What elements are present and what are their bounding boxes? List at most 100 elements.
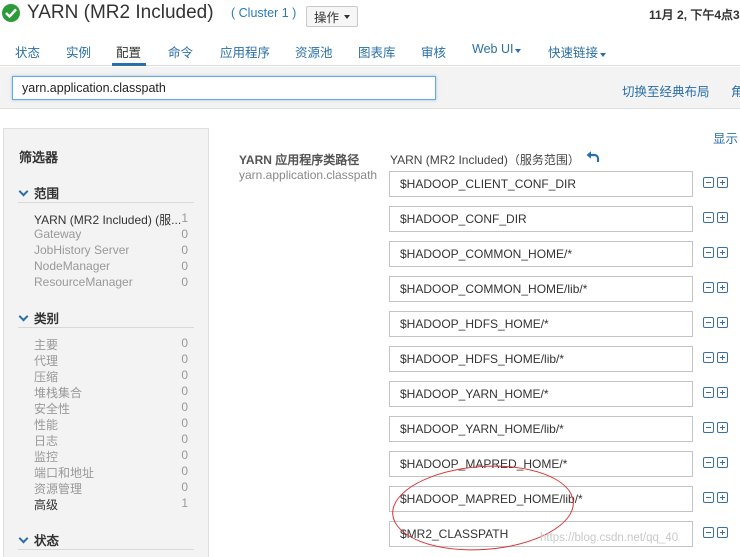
filter-item-count: 0 — [181, 259, 188, 273]
category-section-toggle[interactable]: 类别 — [18, 308, 59, 327]
classpath-entry — [389, 241, 734, 267]
tab-instances[interactable]: 实例 — [66, 42, 91, 61]
remove-entry-icon[interactable] — [703, 247, 714, 258]
remove-entry-icon[interactable] — [703, 282, 714, 293]
property-name: YARN 应用程序类路径 — [239, 153, 360, 167]
tab-resource-pools[interactable]: 资源池 — [295, 42, 333, 61]
filter-item[interactable]: 代理 0 — [34, 352, 194, 368]
add-entry-icon[interactable] — [717, 457, 728, 468]
chevron-down-icon — [18, 533, 29, 543]
classpath-value-input[interactable] — [389, 346, 693, 372]
filter-item[interactable]: 监控 0 — [34, 448, 194, 464]
filter-item-count: 0 — [181, 416, 188, 430]
classpath-value-input[interactable] — [389, 171, 693, 197]
filter-item[interactable]: 资源管理 0 — [34, 480, 194, 496]
remove-entry-icon[interactable] — [703, 492, 714, 503]
add-entry-icon[interactable] — [717, 492, 728, 503]
tab-charts[interactable]: 图表库 — [358, 42, 396, 61]
filter-item-count: 0 — [181, 275, 188, 289]
tab-commands[interactable]: 命令 — [168, 42, 193, 61]
filter-item[interactable]: Gateway 0 — [34, 227, 194, 243]
filter-item-label: 安全性 — [34, 402, 71, 416]
filter-item-label: NodeManager — [34, 259, 111, 273]
search-bar: 切换至经典布局 角 — [0, 67, 740, 109]
classpath-value-input[interactable] — [389, 206, 693, 232]
search-input[interactable] — [12, 76, 436, 100]
classpath-entry — [389, 311, 734, 337]
chevron-down-icon — [18, 311, 29, 321]
filter-item-count: 0 — [181, 384, 188, 398]
remove-entry-icon[interactable] — [703, 527, 714, 538]
undo-icon[interactable] — [586, 150, 600, 164]
filter-item-label: 性能 — [34, 418, 59, 432]
add-entry-icon[interactable] — [717, 527, 728, 538]
divider — [18, 202, 194, 203]
property-key: yarn.application.classpath — [239, 168, 378, 182]
classpath-value-input[interactable] — [389, 416, 693, 442]
tab-configuration[interactable]: 配置 — [116, 42, 141, 61]
cluster-link[interactable]: ( Cluster 1 ) — [231, 6, 296, 20]
add-entry-icon[interactable] — [717, 282, 728, 293]
classpath-value-input[interactable] — [389, 381, 693, 407]
filter-item-count: 0 — [181, 227, 188, 241]
status-section-toggle[interactable]: 状态 — [18, 530, 59, 549]
filter-item-count: 0 — [181, 480, 188, 494]
filter-item[interactable]: 高级 1 — [34, 496, 194, 512]
filter-item-label: 代理 — [34, 354, 59, 368]
classpath-entry — [389, 171, 734, 197]
chevron-down-icon — [18, 186, 29, 196]
add-entry-icon[interactable] — [717, 387, 728, 398]
filter-item-count: 0 — [181, 352, 188, 366]
filter-item-label: 日志 — [34, 434, 59, 448]
filter-item[interactable]: 压缩 0 — [34, 368, 194, 384]
filter-item[interactable]: 端口和地址 0 — [34, 464, 194, 480]
filter-title: 筛选器 — [19, 150, 59, 165]
filter-item[interactable]: NodeManager 0 — [34, 259, 194, 275]
caret-down-icon — [515, 49, 522, 53]
tab-status[interactable]: 状态 — [15, 42, 40, 61]
actions-button[interactable]: 操作 — [306, 6, 359, 27]
filter-item[interactable]: 日志 0 — [34, 432, 194, 448]
classpath-value-input[interactable] — [389, 276, 693, 302]
service-nav: 状态 实例 配置 命令 应用程序 资源池 图表库 审核 Web UI 快速链接 — [0, 34, 740, 66]
role-groups-link[interactable]: 角 — [731, 81, 740, 100]
tab-quick-links[interactable]: 快速链接 — [548, 42, 607, 61]
remove-entry-icon[interactable] — [703, 422, 714, 433]
filter-item[interactable]: 堆栈集合 0 — [34, 384, 194, 400]
filter-item[interactable]: JobHistory Server 0 — [34, 243, 194, 259]
filter-item-count: 0 — [181, 336, 188, 350]
remove-entry-icon[interactable] — [703, 387, 714, 398]
filter-item[interactable]: YARN (MR2 Included) (服... 1 — [34, 211, 194, 227]
remove-entry-icon[interactable] — [703, 317, 714, 328]
add-entry-icon[interactable] — [717, 352, 728, 363]
service-title: YARN (MR2 Included) — [27, 2, 214, 23]
tab-audits[interactable]: 审核 — [421, 42, 446, 61]
filter-item[interactable]: 主要 0 — [34, 336, 194, 352]
active-tab-indicator — [112, 63, 146, 66]
filter-item-label: YARN (MR2 Included) (服... — [34, 213, 182, 227]
filter-item[interactable]: 性能 0 — [34, 416, 194, 432]
remove-entry-icon[interactable] — [703, 352, 714, 363]
remove-entry-icon[interactable] — [703, 212, 714, 223]
header: YARN (MR2 Included) ( Cluster 1 ) 操作 11月… — [0, 0, 740, 30]
filter-item[interactable]: 安全性 0 — [34, 400, 194, 416]
classpath-value-input[interactable] — [389, 311, 693, 337]
scope-section-toggle[interactable]: 范围 — [18, 183, 59, 202]
classpath-value-input[interactable] — [389, 241, 693, 267]
filter-item-label: 资源管理 — [34, 482, 83, 496]
remove-entry-icon[interactable] — [703, 177, 714, 188]
category-section-label: 类别 — [34, 312, 60, 326]
show-link[interactable]: 显示 — [713, 128, 738, 147]
remove-entry-icon[interactable] — [703, 457, 714, 468]
add-entry-icon[interactable] — [717, 247, 728, 258]
add-entry-icon[interactable] — [717, 422, 728, 433]
classic-layout-link[interactable]: 切换至经典布局 — [622, 81, 710, 100]
filter-item[interactable]: ResourceManager 0 — [34, 275, 194, 291]
tab-applications[interactable]: 应用程序 — [220, 42, 270, 61]
add-entry-icon[interactable] — [717, 212, 728, 223]
health-ok-icon — [2, 4, 20, 22]
add-entry-icon[interactable] — [717, 177, 728, 188]
add-entry-icon[interactable] — [717, 317, 728, 328]
tab-web-ui[interactable]: Web UI — [472, 42, 522, 56]
tab-web-ui-label: Web UI — [472, 42, 514, 56]
